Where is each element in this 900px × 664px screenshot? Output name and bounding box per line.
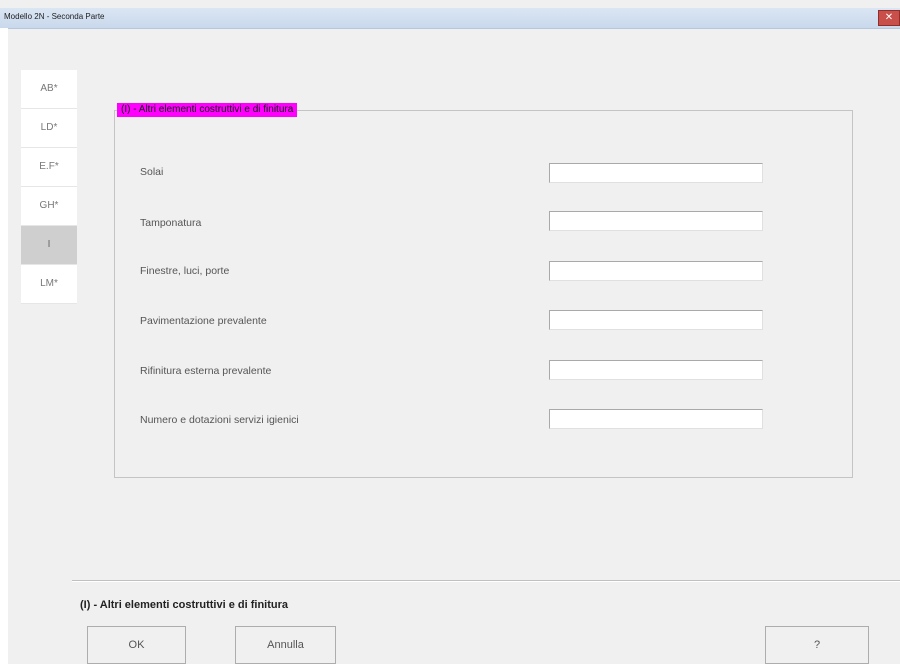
solai-input[interactable] — [549, 163, 763, 183]
window-title: Modello 2N - Seconda Parte — [4, 12, 105, 21]
tab-i[interactable]: I — [21, 226, 77, 265]
tab-strip: AB* LD* E.F* GH* I LM* — [21, 70, 77, 304]
status-text: (I) - Altri elementi costruttivi e di fi… — [80, 599, 289, 611]
field-label-pavimentazione: Pavimentazione prevalente — [140, 315, 267, 327]
separator — [72, 580, 900, 582]
ok-button[interactable]: OK — [87, 626, 186, 664]
close-icon: ✕ — [884, 12, 894, 23]
field-label-rifinitura: Rifinitura esterna prevalente — [140, 365, 272, 377]
tab-ld[interactable]: LD* — [21, 109, 77, 148]
field-label-solai: Solai — [140, 166, 164, 178]
tab-ef[interactable]: E.F* — [21, 148, 77, 187]
cancel-button[interactable]: Annulla — [235, 626, 336, 664]
tab-ab[interactable]: AB* — [21, 70, 77, 109]
finestre-input[interactable] — [549, 261, 763, 281]
group-legend: (I) - Altri elementi costruttivi e di fi… — [117, 103, 298, 117]
field-label-tamponatura: Tamponatura — [140, 217, 202, 229]
tamponatura-input[interactable] — [549, 211, 763, 231]
field-label-servizi: Numero e dotazioni servizi igienici — [140, 414, 299, 426]
tab-gh[interactable]: GH* — [21, 187, 77, 226]
field-label-finestre: Finestre, luci, porte — [140, 265, 230, 277]
tab-lm[interactable]: LM* — [21, 265, 77, 304]
rifinitura-input[interactable] — [549, 360, 763, 380]
pavimentazione-input[interactable] — [549, 310, 763, 330]
help-button[interactable]: ? — [765, 626, 869, 664]
left-edge — [0, 28, 8, 664]
close-button[interactable]: ✕ — [878, 10, 900, 26]
dialog-window: Modello 2N - Seconda Parte ✕ AB* LD* E.F… — [0, 0, 900, 664]
title-bar: Modello 2N - Seconda Parte ✕ — [0, 8, 900, 29]
servizi-input[interactable] — [549, 409, 763, 429]
